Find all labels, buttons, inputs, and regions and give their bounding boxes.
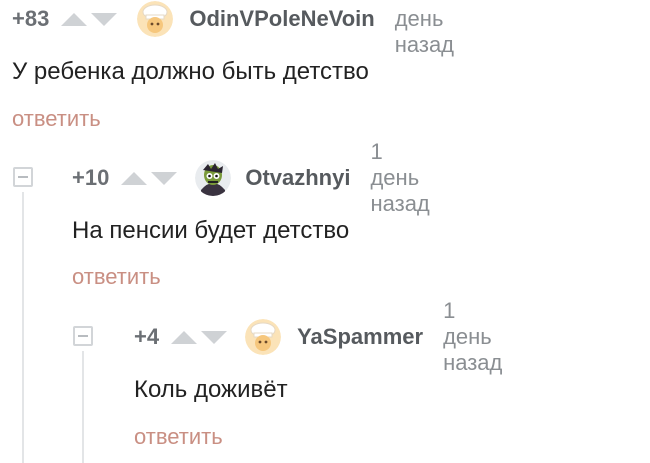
comment-header: +83 OdinVPoleNeVoin 1 день назад xyxy=(12,0,454,57)
downvote-arrow-icon[interactable] xyxy=(151,171,178,185)
reply-link[interactable]: ответить xyxy=(72,264,161,290)
reply-link[interactable]: ответить xyxy=(134,424,223,450)
comment-text: На пенсии будет детство xyxy=(72,217,350,244)
comment-time[interactable]: 1 день назад xyxy=(443,298,502,376)
comment-rating: +4 xyxy=(134,324,160,349)
comment-time[interactable]: 1 день назад xyxy=(395,0,454,58)
chef-avatar-icon[interactable] xyxy=(245,319,282,355)
upvote-arrow-icon[interactable] xyxy=(61,12,88,26)
thread-line xyxy=(22,192,24,463)
comment-text: У ребенка должно быть детство xyxy=(12,58,369,85)
comment-username[interactable]: OdinVPoleNeVoin xyxy=(189,6,374,32)
comment-header: +10 Otvazhnyi 1 день назад xyxy=(72,139,430,216)
downvote-arrow-icon[interactable] xyxy=(91,12,118,26)
thread-line xyxy=(82,351,84,463)
chef-avatar-icon[interactable] xyxy=(137,1,174,37)
upvote-arrow-icon[interactable] xyxy=(171,330,198,344)
comment-text: Коль доживёт xyxy=(134,376,288,403)
comment-header: +4 YaSpammer 1 день назад xyxy=(134,298,502,375)
collapse-toggle-icon[interactable] xyxy=(13,167,33,187)
character-avatar-icon[interactable] xyxy=(195,160,232,196)
downvote-arrow-icon[interactable] xyxy=(201,330,228,344)
upvote-arrow-icon[interactable] xyxy=(121,171,148,185)
reply-link[interactable]: ответить xyxy=(12,106,101,132)
comment-username[interactable]: YaSpammer xyxy=(297,324,423,350)
comment-rating: +10 xyxy=(72,165,110,190)
comment-rating: +83 xyxy=(12,6,50,31)
comment-username[interactable]: Otvazhnyi xyxy=(245,165,350,191)
collapse-toggle-icon[interactable] xyxy=(73,326,93,346)
comment-time[interactable]: 1 день назад xyxy=(370,139,429,217)
